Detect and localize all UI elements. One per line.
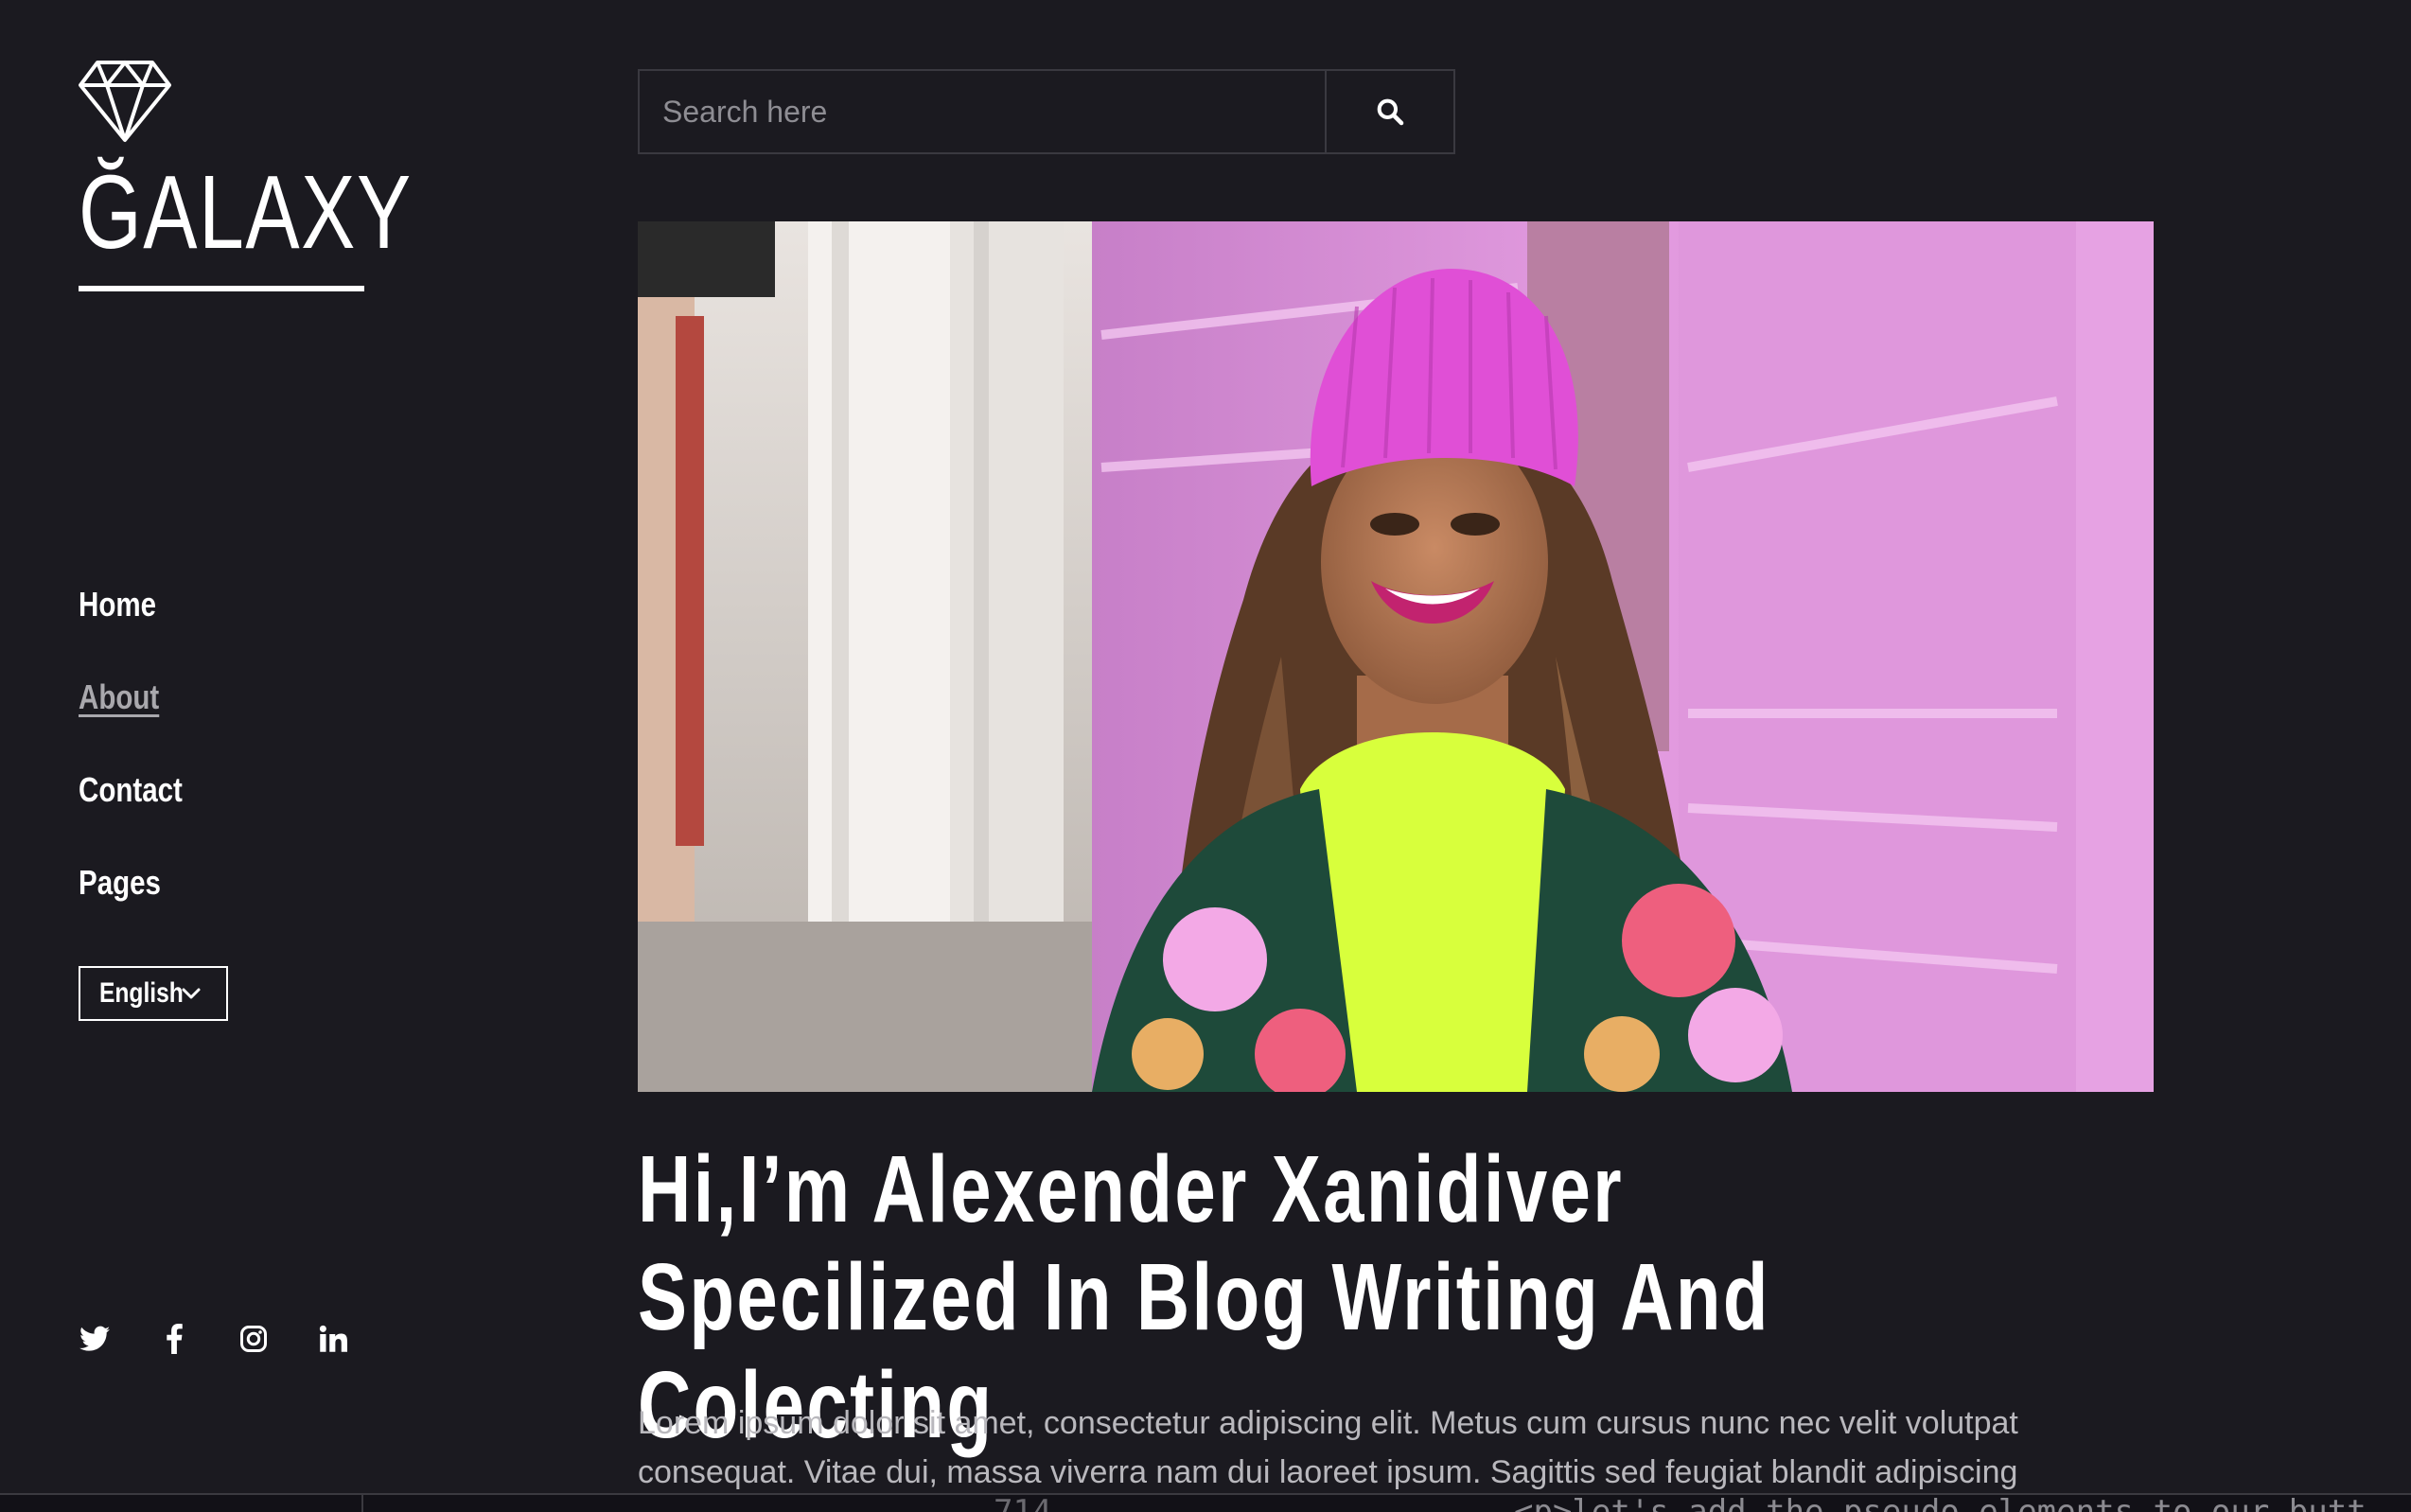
- facebook-icon[interactable]: [158, 1323, 190, 1355]
- article-paragraph: Lorem ipsum dolor sit amet, consectetur …: [638, 1405, 2018, 1490]
- nav-link-contact[interactable]: Contact: [79, 770, 183, 810]
- nav-item-about: About: [79, 677, 205, 770]
- diamond-icon: [79, 61, 171, 142]
- nav-item-home: Home: [79, 585, 205, 677]
- search-button[interactable]: [1325, 71, 1453, 152]
- sidebar: ĞALAXY Home About Contact Pages English: [0, 0, 568, 1510]
- devtools-bottom-bar: 714 <p>let's add the pseudo elements to …: [0, 1493, 2411, 1512]
- code-line-number: 714: [994, 1493, 1052, 1512]
- brand-name: ĞALAXY: [79, 154, 413, 271]
- nav-link-home[interactable]: Home: [79, 585, 156, 624]
- code-snippet: <p>let's add the pseudo elements to our …: [1514, 1493, 2367, 1512]
- main-nav: Home About Contact Pages: [79, 585, 205, 956]
- nav-item-contact: Contact: [79, 770, 205, 863]
- nav-link-about[interactable]: About: [79, 677, 159, 717]
- social-links: [79, 1323, 349, 1355]
- twitter-icon[interactable]: [79, 1323, 111, 1355]
- search-icon: [1377, 98, 1404, 126]
- language-selected-label: English: [99, 977, 184, 1009]
- portrait-photo: [638, 221, 2154, 1092]
- bottom-bar-divider: [361, 1495, 363, 1512]
- nav-link-pages[interactable]: Pages: [79, 863, 161, 903]
- logo-underline: [79, 286, 364, 291]
- instagram-icon[interactable]: [238, 1323, 270, 1355]
- chevron-down-icon: [182, 988, 201, 999]
- nav-item-pages: Pages: [79, 863, 205, 956]
- search-bar: [638, 69, 1455, 154]
- search-input[interactable]: [640, 71, 1325, 152]
- hero-image: [638, 221, 2154, 1092]
- language-select[interactable]: English: [79, 966, 228, 1021]
- linkedin-icon[interactable]: [317, 1323, 349, 1355]
